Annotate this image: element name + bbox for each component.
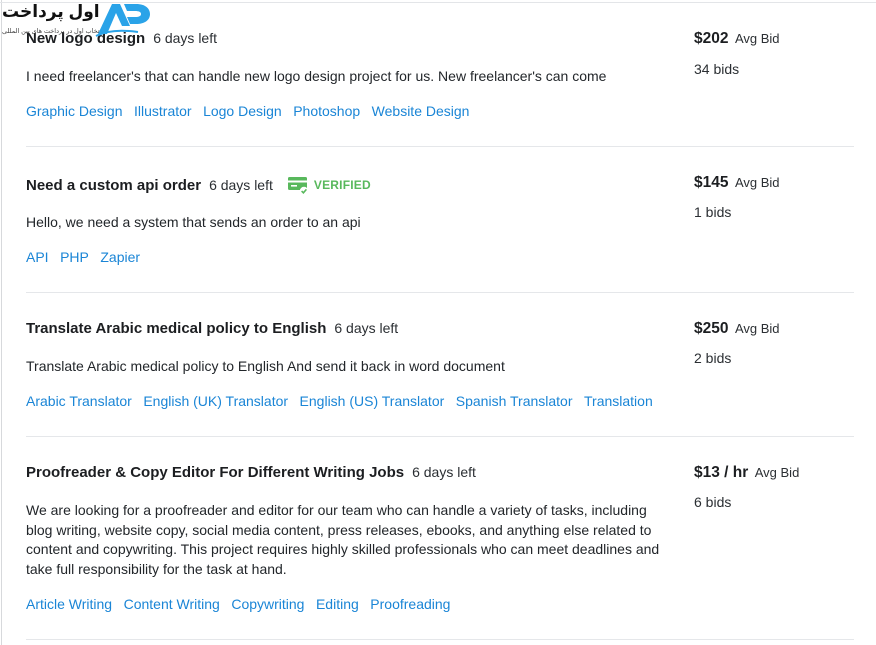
verified-label: VERIFIED — [313, 178, 371, 192]
skill-tags: API PHP Zapier — [26, 249, 152, 265]
time-left: 6 days left — [153, 30, 218, 46]
avg-bid-label: Avg Bid — [734, 31, 780, 46]
bid-summary: $13 / hr Avg Bid 6 bids — [694, 464, 854, 510]
bids-count: 34 bids — [694, 61, 740, 77]
project-description: Translate Arabic medical policy to Engli… — [26, 358, 505, 374]
project-description: I need freelancer's that can handle new … — [26, 68, 607, 84]
skill-tag[interactable]: Illustrator — [134, 103, 192, 119]
skill-tags: Article Writing Content Writing Copywrit… — [26, 596, 462, 612]
brand-logo: اول پرداخت انتخاب اول در پرداخت های بین … — [0, 0, 152, 38]
project-divider — [26, 639, 854, 640]
time-left: 6 days left — [412, 464, 476, 480]
bid-summary: $145 Avg Bid 1 bids — [694, 174, 854, 220]
verified-badge: VERIFIED — [287, 174, 371, 196]
avg-bid-label: Avg Bid — [734, 321, 780, 336]
project-card: Proofreader & Copy Editor For Different … — [26, 436, 854, 641]
brand-logo-text: اول پرداخت — [2, 2, 100, 21]
brand-mark-icon — [95, 4, 150, 37]
project-card: Translate Arabic medical policy to Engli… — [26, 292, 854, 437]
skill-tag[interactable]: API — [26, 249, 49, 265]
skill-tag[interactable]: Proofreading — [370, 596, 450, 612]
project-title-link[interactable]: Proofreader & Copy Editor For Different … — [26, 464, 404, 481]
bids-count: 2 bids — [694, 350, 732, 366]
project-title-link[interactable]: Need a custom api order — [26, 177, 201, 194]
skill-tag[interactable]: Spanish Translator — [456, 393, 573, 409]
skill-tags: Arabic Translator English (UK) Translato… — [26, 393, 664, 409]
bids-count: 6 bids — [694, 494, 732, 510]
verified-payment-icon — [287, 177, 309, 196]
skill-tag[interactable]: PHP — [60, 249, 89, 265]
avg-bid-amount: $250 — [694, 320, 729, 337]
project-title-link[interactable]: Translate Arabic medical policy to Engli… — [26, 320, 326, 337]
skill-tag[interactable]: Logo Design — [203, 103, 282, 119]
skill-tag[interactable]: Arabic Translator — [26, 393, 132, 409]
skill-tags: Graphic Design Illustrator Logo Design P… — [26, 103, 481, 119]
skill-tag[interactable]: Graphic Design — [26, 103, 123, 119]
skill-tag[interactable]: Website Design — [372, 103, 470, 119]
project-list-page: New logo design 6 days left I need freel… — [0, 0, 876, 645]
skill-tag[interactable]: Copywriting — [231, 596, 304, 612]
skill-tag[interactable]: Zapier — [100, 249, 140, 265]
skill-tag[interactable]: Article Writing — [26, 596, 112, 612]
skill-tag[interactable]: English (UK) Translator — [143, 393, 288, 409]
avg-bid-amount: $13 / hr — [694, 464, 749, 481]
time-left: 6 days left — [334, 320, 399, 336]
skill-tag[interactable]: Translation — [584, 393, 653, 409]
avg-bid-amount: $202 — [694, 30, 729, 47]
avg-bid-label: Avg Bid — [754, 465, 800, 480]
left-border — [1, 0, 2, 645]
skill-tag[interactable]: Content Writing — [124, 596, 220, 612]
brand-logo-tagline: انتخاب اول در پرداخت های بین المللی — [2, 28, 104, 35]
skill-tag[interactable]: Photoshop — [293, 103, 360, 119]
time-left: 6 days left — [209, 177, 273, 193]
bids-count: 1 bids — [694, 204, 732, 220]
avg-bid-amount: $145 — [694, 174, 729, 191]
project-card: Need a custom api order 6 days left VERI… — [26, 147, 854, 293]
bid-summary: $202 Avg Bid 34 bids — [694, 30, 854, 77]
bid-summary: $250 Avg Bid 2 bids — [694, 320, 854, 366]
skill-tag[interactable]: Editing — [316, 596, 359, 612]
project-description: We are looking for a proofreader and edi… — [26, 502, 660, 578]
skill-tag[interactable]: English (US) Translator — [300, 393, 445, 409]
avg-bid-label: Avg Bid — [734, 175, 780, 190]
project-description: Hello, we need a system that sends an or… — [26, 214, 361, 230]
